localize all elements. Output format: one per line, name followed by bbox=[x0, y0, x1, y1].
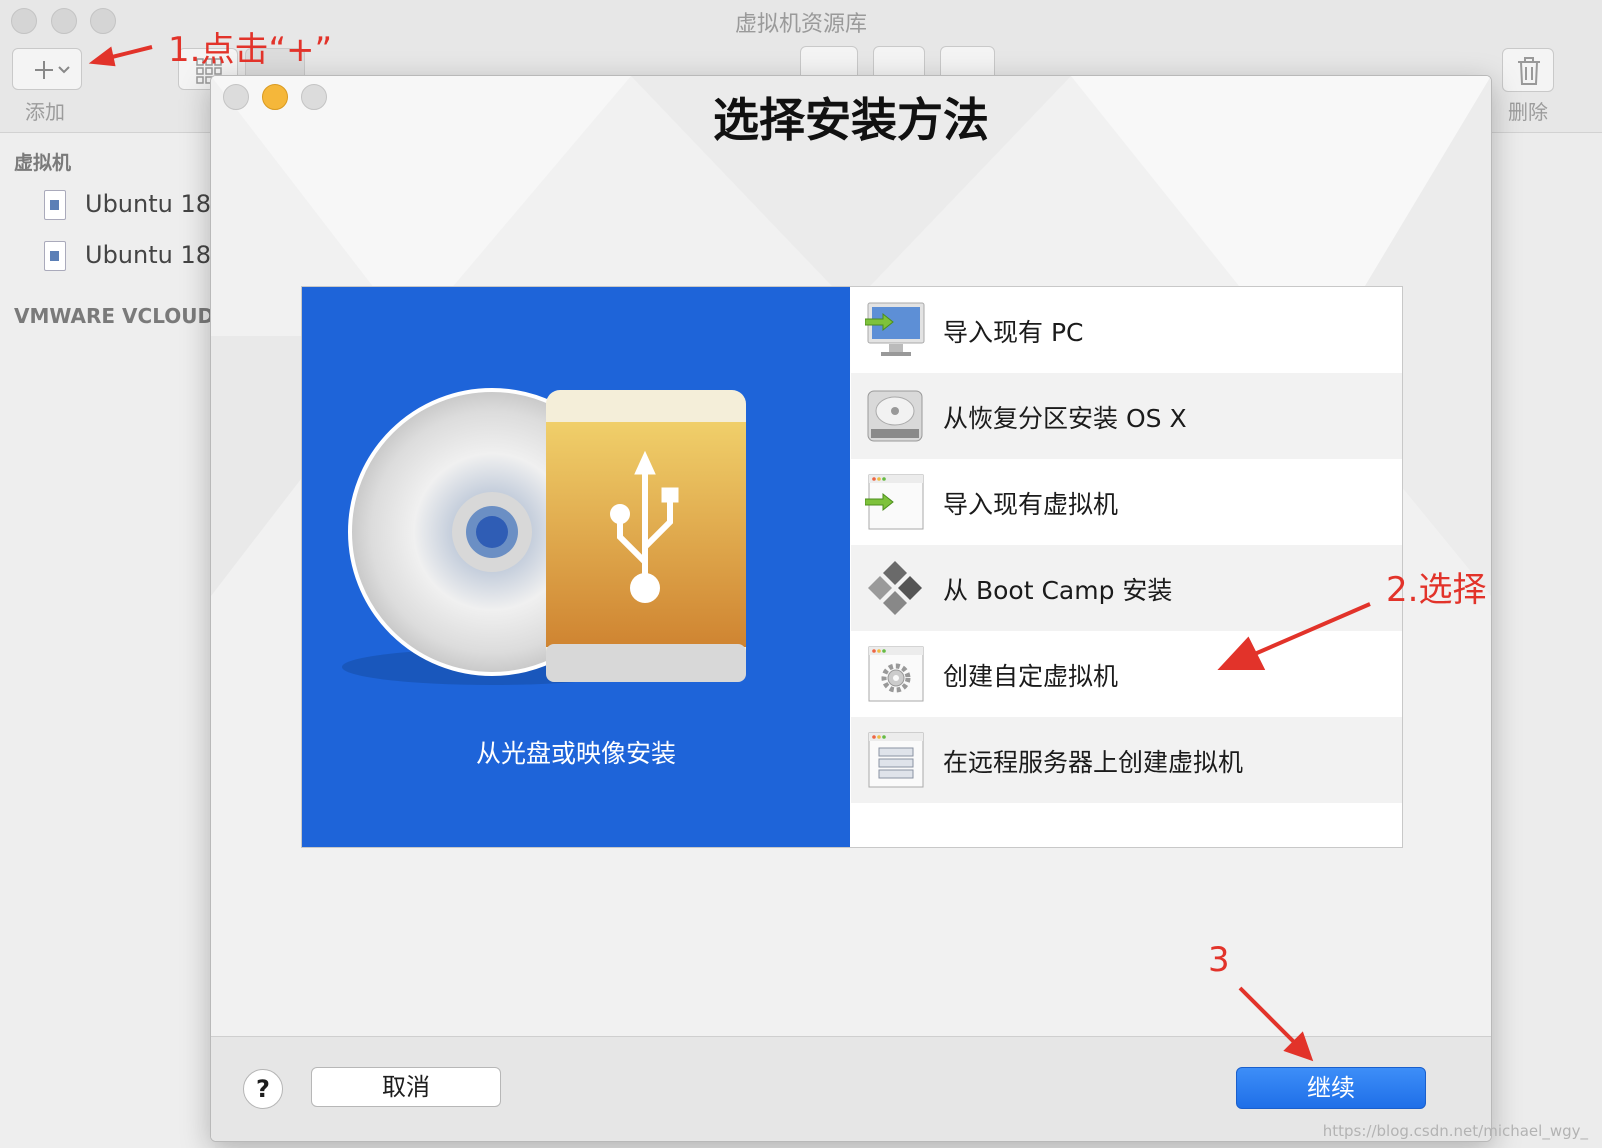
annotation-step3: 3 bbox=[1208, 940, 1230, 980]
arrow-step2-head bbox=[1217, 636, 1266, 670]
arrow-step1 bbox=[107, 45, 153, 60]
arrow-step3 bbox=[1238, 986, 1300, 1048]
annotation-step1: 1.点击“+” bbox=[168, 30, 333, 70]
arrow-step2 bbox=[1249, 602, 1371, 658]
arrow-step1-head bbox=[88, 46, 116, 67]
annotation-arrows bbox=[88, 45, 1371, 1062]
watermark: https://blog.csdn.net/michael_wgy_ bbox=[1322, 1122, 1588, 1140]
annotation-step2: 2.选择 bbox=[1386, 570, 1487, 610]
